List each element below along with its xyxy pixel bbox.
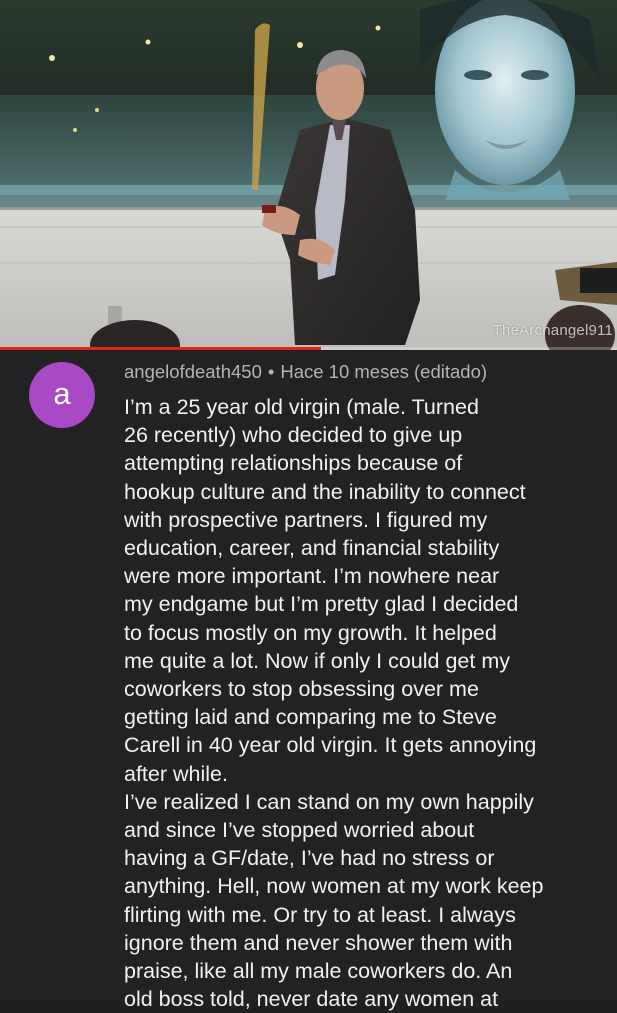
comment-line: my endgame but I’m pretty glad I decided: [124, 592, 519, 617]
comment-line: with prospective partners. I figured my: [124, 507, 488, 532]
video-player[interactable]: TheArchangel911: [0, 0, 617, 350]
comment-line: ignore them and never shower them with: [124, 930, 513, 955]
comment-line: Carell in 40 year old virgin. It gets an…: [124, 733, 537, 758]
comment-header: angelofdeath450 • Hace 10 meses (editado): [124, 361, 487, 383]
comment-text: I’m a 25 year old virgin (male. Turned 26…: [124, 393, 604, 1013]
comment-line: attempting relationships because of: [124, 451, 463, 476]
video-progress-fill: [0, 347, 321, 350]
comment-line: old boss told, never date any women at: [124, 987, 499, 1012]
comment-line: anything. Hell, now women at my work kee…: [124, 874, 544, 899]
comment-line: 26 recently) who decided to give up: [124, 423, 463, 448]
comment-line: after while.: [124, 761, 228, 786]
comment-line: getting laid and comparing me to Steve: [124, 705, 497, 730]
comment-line: I’m a 25 year old virgin (male. Turned: [124, 395, 479, 419]
comment-author[interactable]: angelofdeath450: [124, 361, 262, 382]
comment-line: and since I’ve stopped worried about: [124, 818, 475, 843]
comment-line: to focus mostly on my growth. It helped: [124, 620, 497, 645]
comment-line: education, career, and financial stabili…: [124, 536, 500, 561]
separator-dot: •: [267, 361, 275, 382]
comment-line: me quite a lot. Now if only I could get …: [124, 648, 510, 673]
video-frame: [0, 0, 617, 350]
comment-line: coworkers to stop obsessing over me: [124, 677, 479, 702]
avatar[interactable]: a: [29, 362, 95, 428]
comment-line: hookup culture and the inability to conn…: [124, 479, 526, 504]
comment-line: I’ve realized I can stand on my own happ…: [124, 789, 534, 814]
comment-card: a angelofdeath450 • Hace 10 meses (editado…: [0, 351, 617, 1011]
video-progress-bar[interactable]: [0, 347, 617, 350]
comment-line: flirting with me. Or try to at least. I …: [124, 902, 516, 927]
comment-line: praise, like all my male coworkers do. A…: [124, 959, 513, 984]
channel-watermark: TheArchangel911: [492, 322, 613, 339]
comment-line: were more important. I’m nowhere near: [124, 564, 500, 589]
comment-timestamp: Hace 10 meses (editado): [280, 361, 488, 382]
comment-line: having a GF/date, I’ve had no stress or: [124, 846, 495, 871]
